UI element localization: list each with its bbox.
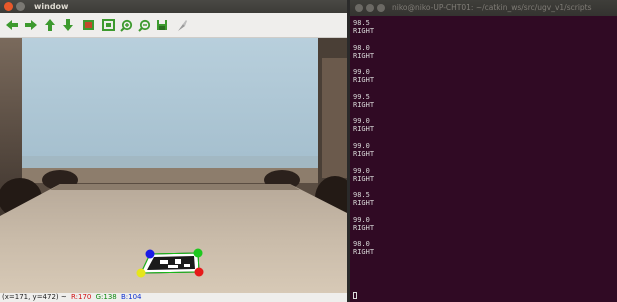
- arrow-left-icon: [6, 20, 18, 30]
- output-entry: 98.0 RIGHT: [353, 240, 615, 265]
- output-direction: RIGHT: [353, 248, 375, 257]
- output-direction: RIGHT: [353, 51, 375, 60]
- output-entry: 99.0 RIGHT: [353, 68, 615, 93]
- window-title: window: [34, 2, 69, 11]
- arrow-right-icon: [25, 20, 37, 30]
- arrow-down-icon: [63, 19, 73, 31]
- save-image-button[interactable]: [154, 17, 170, 33]
- zoom-out-icon: [137, 19, 150, 32]
- output-entry: 98.5 RIGHT: [353, 191, 615, 216]
- output-value: 98.0: [353, 240, 370, 249]
- terminal-cursor: [353, 292, 357, 299]
- marker-corner-yellow: [136, 268, 146, 278]
- status-green-value: G:138: [95, 293, 117, 301]
- output-value: 99.0: [353, 141, 370, 150]
- output-value: 99.0: [353, 215, 370, 224]
- pan-up-button[interactable]: [42, 17, 58, 33]
- conference-room-image: [0, 38, 347, 293]
- terminal-close-button[interactable]: [355, 4, 363, 12]
- output-value: 99.0: [353, 166, 370, 175]
- close-window-button[interactable]: [4, 2, 13, 11]
- window-titlebar: window: [0, 0, 347, 13]
- image-icon: [82, 20, 94, 30]
- output-entry: 98.5 RIGHT: [353, 19, 615, 44]
- terminal-title: niko@niko-UP-CHT01: ~/catkin_ws/src/ugv_…: [392, 3, 592, 12]
- status-blue-value: B:104: [120, 293, 142, 301]
- marker-corner-green: [193, 248, 203, 258]
- output-direction: RIGHT: [353, 100, 375, 109]
- terminal-minimize-button[interactable]: [366, 4, 374, 12]
- marker-corner-red: [194, 267, 204, 277]
- marker-corner-blue: [145, 249, 155, 259]
- terminal-output[interactable]: 98.5 RIGHT 98.0 RIGHT 99.0 RIGHT 99.5 RIGHT …: [353, 19, 615, 265]
- terminal-maximize-button[interactable]: [377, 4, 385, 12]
- output-direction: RIGHT: [353, 125, 375, 134]
- status-coords: (x=171, y=472) ~: [2, 293, 67, 301]
- zoom-fit-icon: [101, 19, 115, 31]
- terminal-window: niko@niko-UP-CHT01: ~/catkin_ws/src/ugv_…: [347, 0, 617, 302]
- image-toolbar: [0, 13, 347, 38]
- arrow-up-icon: [45, 19, 55, 31]
- camera-image[interactable]: [0, 38, 347, 293]
- output-direction: RIGHT: [353, 199, 375, 208]
- output-value: 98.5: [353, 191, 370, 200]
- zoom-original-button[interactable]: [80, 17, 96, 33]
- properties-icon: [178, 19, 187, 31]
- properties-button[interactable]: [174, 17, 190, 33]
- output-direction: RIGHT: [353, 223, 375, 232]
- output-value: 99.0: [353, 117, 370, 126]
- output-direction: RIGHT: [353, 76, 375, 85]
- output-direction: RIGHT: [353, 27, 375, 35]
- output-value: 98.0: [353, 43, 370, 52]
- output-direction: RIGHT: [353, 174, 375, 183]
- output-entry: 98.0 RIGHT: [353, 44, 615, 69]
- output-entry: 99.0 RIGHT: [353, 167, 615, 192]
- pan-left-button[interactable]: [4, 17, 20, 33]
- status-red-value: R:170: [70, 293, 92, 301]
- zoom-in-button[interactable]: [118, 17, 134, 33]
- pan-right-button[interactable]: [23, 17, 39, 33]
- output-entry: 99.0 RIGHT: [353, 117, 615, 142]
- pan-down-button[interactable]: [60, 17, 76, 33]
- pixel-status-bar: (x=171, y=472) ~ R:170 G:138 B:104: [0, 293, 347, 302]
- zoom-fit-button[interactable]: [100, 17, 116, 33]
- image-window: window (x=171, y=472) ~ R:170 G:138 B:10…: [0, 0, 347, 302]
- terminal-titlebar: niko@niko-UP-CHT01: ~/catkin_ws/src/ugv_…: [350, 0, 617, 16]
- output-entry: 99.0 RIGHT: [353, 142, 615, 167]
- output-entry: 99.5 RIGHT: [353, 93, 615, 118]
- minimize-window-button[interactable]: [16, 2, 25, 11]
- output-value: 99.5: [353, 92, 370, 101]
- zoom-out-button[interactable]: [136, 17, 152, 33]
- output-entry: 99.0 RIGHT: [353, 216, 615, 241]
- output-direction: RIGHT: [353, 149, 375, 158]
- save-icon: [157, 20, 167, 30]
- output-value: 98.5: [353, 19, 370, 27]
- zoom-in-icon: [119, 19, 132, 32]
- output-value: 99.0: [353, 68, 370, 77]
